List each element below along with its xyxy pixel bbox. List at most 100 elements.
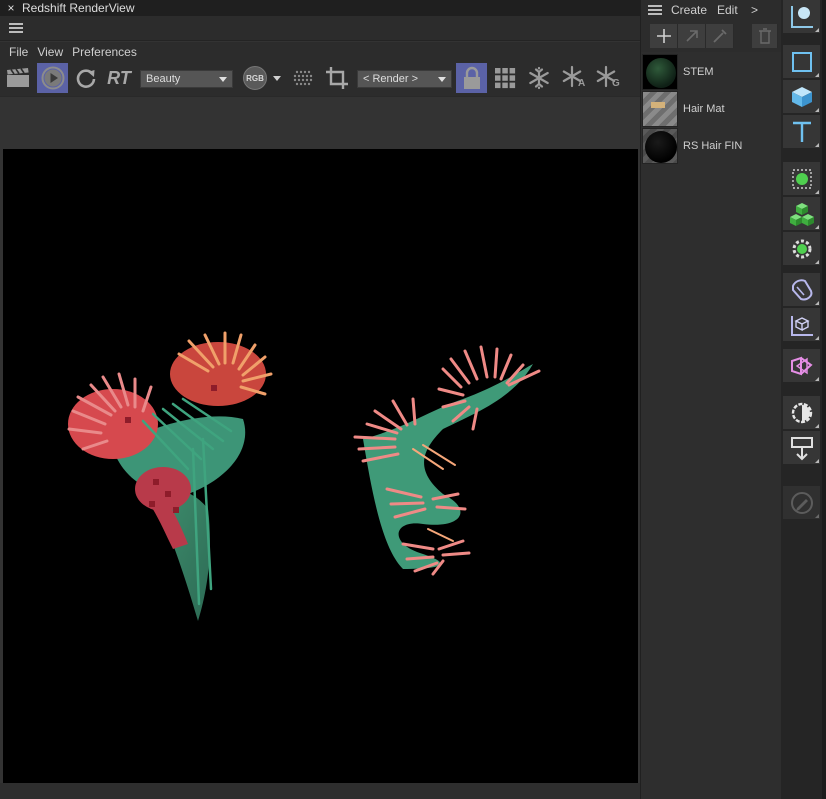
material-thumbnail [642,90,678,127]
null-object-icon [790,5,813,28]
lock-camera-button[interactable] [456,63,487,93]
window-title: Redshift RenderView [22,1,135,15]
tag-button[interactable] [783,431,820,464]
material-manager: Create Edit > STEM Hair Mat RS Hair FIN [640,0,782,799]
material-item-hair-mat[interactable]: Hair Mat [642,90,781,127]
arrow-up-right-icon [685,30,698,42]
chevron-down-icon [438,77,446,82]
plus-icon [656,29,671,43]
hamburger-menu-icon[interactable] [648,5,662,15]
right-hair-spiral [353,345,541,576]
eyedropper-icon [712,29,727,43]
material-name: STEM [683,65,714,78]
camera-value: < Render > [363,73,419,85]
hamburger-menu-icon[interactable] [9,23,23,33]
aov-dropdown[interactable]: Beauty [140,70,233,88]
trash-icon [758,28,771,44]
delete-material-button[interactable] [752,24,778,48]
pencil-icon [790,491,813,514]
coordinate-icon [790,315,813,336]
crop-region-button[interactable] [323,63,351,93]
left-hair-flower [67,331,273,621]
generator-button[interactable] [783,197,820,230]
cube-icon [791,86,812,107]
material-name: Hair Mat [683,102,725,115]
cube-outline-button[interactable] [783,45,820,78]
close-button[interactable]: × [0,1,22,15]
menu-create[interactable]: Create [671,3,707,17]
clapperboard-icon [7,68,29,87]
menu-file[interactable]: File [9,45,28,59]
menu-edit[interactable]: Edit [717,3,738,17]
scene-icon [790,356,813,375]
panel-header [0,16,640,41]
render-sequence-button[interactable] [4,63,32,93]
generator-icon [789,202,814,226]
refresh-icon [76,69,96,88]
chevron-down-icon [219,77,227,82]
render-image [67,331,541,621]
material-name: RS Hair FIN [683,139,743,152]
tag-icon [790,436,813,460]
snapshot-g-label: G [612,78,620,89]
material-thumbnail [642,127,678,164]
title-bar: × Redshift RenderView [0,0,640,16]
light-icon [791,402,812,423]
rt-toggle[interactable]: RT [104,63,134,93]
apply-material-button[interactable] [678,24,706,48]
light-button[interactable] [783,396,820,429]
command-palette [781,0,826,799]
text-button[interactable] [783,115,820,148]
rgb-channel-button[interactable]: RGB [242,63,268,93]
render-view-panel: × Redshift RenderView File View Preferen… [0,0,640,799]
deformer-icon [791,278,812,300]
crop-icon [326,67,348,89]
camera-dropdown[interactable]: < Render > [357,70,452,88]
lock-icon [463,66,480,89]
material-thumbnail [642,53,678,90]
status-bar [0,783,640,799]
eyedropper-button[interactable] [706,24,734,48]
null-object-button[interactable] [783,0,820,33]
play-icon [41,66,64,90]
material-toolbar [641,20,782,52]
rgb-channel-menu[interactable] [270,63,284,93]
text-icon [792,121,811,142]
cube-button[interactable] [783,80,820,113]
freeze-g-button[interactable]: G [593,63,623,93]
menu-preferences[interactable]: Preferences [72,45,137,59]
coordinate-button[interactable] [783,308,820,341]
render-viewport[interactable] [3,149,638,783]
grid-icon [495,68,516,89]
refresh-button[interactable] [73,63,99,93]
cloner-icon [791,168,812,189]
start-render-button[interactable] [37,63,68,93]
scene-button[interactable] [783,349,820,382]
material-menu-bar: Create Edit > [641,0,782,20]
render-toolbar: RT Beauty RGB < Render > A G [0,62,640,96]
rgb-icon: RGB [243,66,267,90]
material-item-rs-hair-fin[interactable]: RS Hair FIN [642,127,781,164]
bucket-display-button[interactable] [290,63,316,93]
freeze-button[interactable] [525,63,553,93]
cloner-button[interactable] [783,162,820,195]
sketch-button[interactable] [783,486,820,519]
info-strip [0,96,640,149]
snapshot-a-label: A [578,78,586,89]
gear-effector-icon [792,239,811,258]
cube-outline-icon [791,51,812,72]
dot-grid-icon [293,70,313,86]
effector-button[interactable] [783,232,820,265]
menu-bar: File View Preferences [0,42,640,62]
snowflake-icon [529,66,549,90]
snapshot-grid-button[interactable] [491,63,519,93]
aov-value: Beauty [146,73,181,85]
chevron-down-icon [273,75,281,81]
deformer-button[interactable] [783,273,820,306]
material-item-stem[interactable]: STEM [642,53,781,90]
menu-more[interactable]: > [751,3,758,17]
freeze-a-button[interactable]: A [559,63,589,93]
add-material-button[interactable] [650,24,678,48]
menu-view[interactable]: View [37,45,63,59]
palette-scrollbar[interactable] [822,0,826,799]
